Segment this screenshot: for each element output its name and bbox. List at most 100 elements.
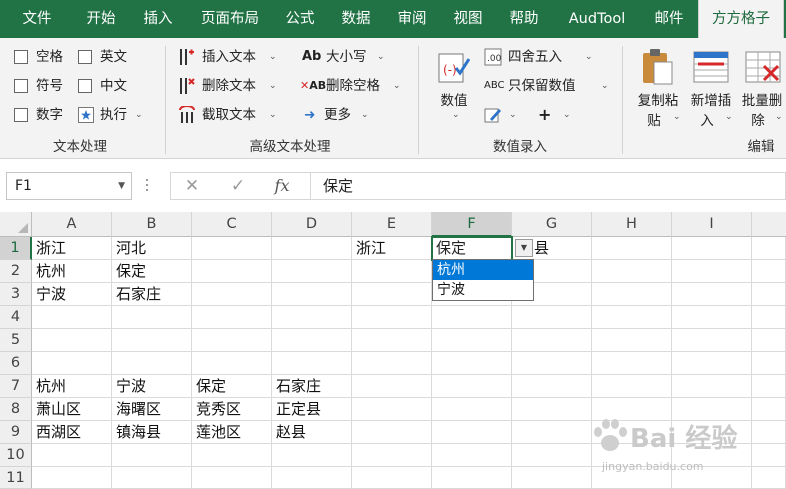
- empty-cell[interactable]: [592, 260, 672, 283]
- empty-cell[interactable]: [112, 467, 192, 489]
- tab-mail[interactable]: 邮件: [644, 0, 694, 38]
- dropdown-option-hangzhou[interactable]: 杭州: [433, 260, 533, 280]
- tab-page-layout[interactable]: 页面布局: [192, 0, 268, 38]
- empty-cell[interactable]: [352, 329, 432, 352]
- column-header-i[interactable]: I: [672, 212, 752, 237]
- tab-view[interactable]: 视图: [444, 0, 492, 38]
- cell-b3[interactable]: 石家庄: [112, 283, 192, 306]
- empty-cell[interactable]: [752, 260, 786, 283]
- empty-cell[interactable]: [272, 329, 352, 352]
- empty-cell[interactable]: [272, 237, 352, 260]
- empty-cell[interactable]: [352, 398, 432, 421]
- empty-cell[interactable]: [272, 306, 352, 329]
- column-header-f[interactable]: F: [432, 212, 512, 237]
- empty-cell[interactable]: [432, 398, 512, 421]
- empty-cell[interactable]: [432, 329, 512, 352]
- dropdown-option-ningbo[interactable]: 宁波: [433, 280, 533, 300]
- row-header-1[interactable]: 1: [0, 237, 32, 260]
- confirm-icon[interactable]: ✓: [225, 173, 251, 199]
- empty-cell[interactable]: [512, 352, 592, 375]
- empty-cell[interactable]: [192, 467, 272, 489]
- checkbox-box[interactable]: [78, 79, 92, 93]
- empty-cell[interactable]: [272, 283, 352, 306]
- empty-cell[interactable]: [32, 444, 112, 467]
- cell-e1[interactable]: 浙江: [352, 237, 432, 260]
- empty-cell[interactable]: [432, 375, 512, 398]
- cell-c8[interactable]: 竞秀区: [192, 398, 272, 421]
- cell-b9[interactable]: 镇海县: [112, 421, 192, 444]
- row-header-3[interactable]: 3: [0, 283, 32, 306]
- empty-cell[interactable]: [752, 283, 786, 306]
- empty-cell[interactable]: [32, 352, 112, 375]
- empty-cell[interactable]: [32, 306, 112, 329]
- empty-cell[interactable]: [672, 306, 752, 329]
- copy-paste-button[interactable]: 复制粘 贴 ⌄: [632, 46, 684, 136]
- empty-cell[interactable]: [352, 375, 432, 398]
- cell-b2[interactable]: 保定: [112, 260, 192, 283]
- formula-input[interactable]: 保定: [310, 172, 786, 200]
- column-header-next[interactable]: [752, 212, 786, 237]
- dropdown-arrow-icon[interactable]: ▼: [515, 239, 533, 257]
- column-header-d[interactable]: D: [272, 212, 352, 237]
- empty-cell[interactable]: [512, 306, 592, 329]
- tab-data[interactable]: 数据: [332, 0, 380, 38]
- empty-cell[interactable]: [432, 306, 512, 329]
- tab-review[interactable]: 审阅: [388, 0, 436, 38]
- empty-cell[interactable]: [432, 467, 512, 489]
- empty-cell[interactable]: [592, 329, 672, 352]
- empty-cell[interactable]: [672, 283, 752, 306]
- empty-cell[interactable]: [192, 352, 272, 375]
- empty-cell[interactable]: [752, 375, 786, 398]
- empty-cell[interactable]: [432, 421, 512, 444]
- empty-cell[interactable]: [752, 237, 786, 260]
- empty-cell[interactable]: [592, 352, 672, 375]
- empty-cell[interactable]: [592, 237, 672, 260]
- empty-cell[interactable]: [512, 375, 592, 398]
- row-header-6[interactable]: 6: [0, 352, 32, 375]
- name-box[interactable]: F1 ▼: [6, 172, 132, 200]
- cell-b1[interactable]: 河北: [112, 237, 192, 260]
- empty-cell[interactable]: [512, 467, 592, 489]
- empty-cell[interactable]: [192, 444, 272, 467]
- checkbox-box[interactable]: [14, 79, 28, 93]
- empty-cell[interactable]: [752, 352, 786, 375]
- chevron-down-icon[interactable]: ▼: [118, 173, 125, 199]
- empty-cell[interactable]: [592, 306, 672, 329]
- checkbox-box[interactable]: [14, 50, 28, 64]
- empty-cell[interactable]: [112, 352, 192, 375]
- cell-d8[interactable]: 正定县: [272, 398, 352, 421]
- cell-c7[interactable]: 保定: [192, 375, 272, 398]
- cancel-icon[interactable]: ✕: [179, 173, 205, 199]
- empty-cell[interactable]: [512, 398, 592, 421]
- empty-cell[interactable]: [352, 467, 432, 489]
- column-header-h[interactable]: H: [592, 212, 672, 237]
- numeric-button[interactable]: (-) 数值 ⌄: [434, 46, 474, 130]
- select-all-button[interactable]: [0, 212, 32, 237]
- empty-cell[interactable]: [192, 237, 272, 260]
- cell-b8[interactable]: 海曙区: [112, 398, 192, 421]
- tab-audtool[interactable]: AudTool: [558, 0, 636, 38]
- empty-cell[interactable]: [272, 352, 352, 375]
- tab-fangfang-gezi[interactable]: 方方格子: [698, 0, 784, 40]
- cell-a3[interactable]: 宁波: [32, 283, 112, 306]
- empty-cell[interactable]: [352, 421, 432, 444]
- cell-a8[interactable]: 萧山区: [32, 398, 112, 421]
- empty-cell[interactable]: [592, 375, 672, 398]
- row-header-8[interactable]: 8: [0, 398, 32, 421]
- empty-cell[interactable]: [272, 444, 352, 467]
- empty-cell[interactable]: [32, 467, 112, 489]
- empty-cell[interactable]: [752, 306, 786, 329]
- empty-cell[interactable]: [672, 237, 752, 260]
- empty-cell[interactable]: [192, 260, 272, 283]
- empty-cell[interactable]: [512, 444, 592, 467]
- empty-cell[interactable]: [672, 260, 752, 283]
- empty-cell[interactable]: [32, 329, 112, 352]
- empty-cell[interactable]: [592, 283, 672, 306]
- empty-cell[interactable]: [432, 444, 512, 467]
- row-header-10[interactable]: 10: [0, 444, 32, 467]
- checkbox-box[interactable]: [78, 50, 92, 64]
- empty-cell[interactable]: [352, 444, 432, 467]
- row-header-9[interactable]: 9: [0, 421, 32, 444]
- tab-formulas[interactable]: 公式: [276, 0, 324, 38]
- empty-cell[interactable]: [672, 375, 752, 398]
